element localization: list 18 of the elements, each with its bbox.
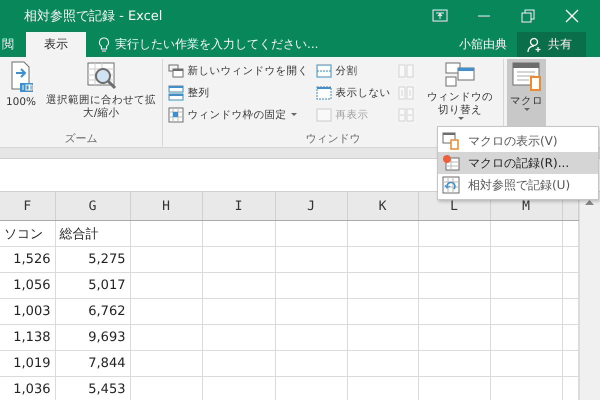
- table-cell: 1,019: [0, 350, 55, 376]
- table-cell: 1,056: [0, 272, 55, 298]
- table-cell: ソコン: [0, 220, 55, 246]
- user-name: 小舘由典: [459, 36, 507, 53]
- table-cell: 1,036: [0, 376, 55, 400]
- table-cell: 1,003: [0, 298, 55, 324]
- table-cell: 9,693: [55, 324, 130, 350]
- group-label: ズーム: [64, 132, 98, 146]
- table-cell: 5,017: [55, 272, 130, 298]
- table-cell: 1,526: [0, 246, 55, 272]
- window-title: 相対参照で記録 - Excel: [24, 8, 164, 25]
- table-cell: 6,762: [55, 298, 130, 324]
- group-label: ウィンドウ: [306, 132, 361, 146]
- table-cell: 7,844: [55, 350, 130, 376]
- table-cell: 5,453: [55, 376, 130, 400]
- table-cell: 総合計: [55, 220, 130, 246]
- table-cell: 1,138: [0, 324, 55, 350]
- table-cell: 5,275: [55, 246, 130, 272]
